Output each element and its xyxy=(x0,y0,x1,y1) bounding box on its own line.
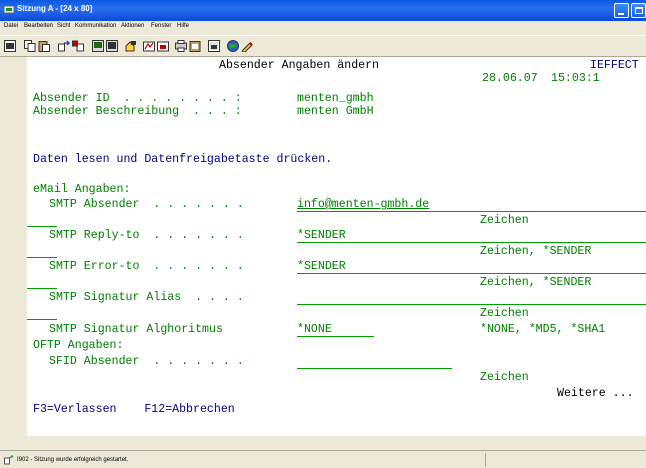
smtp-signatur-alias-label: SMTP Signatur Alias . . . . xyxy=(49,291,244,304)
field-continuation-3 xyxy=(27,288,57,289)
field-continuation-2 xyxy=(27,257,57,258)
record-icon[interactable] xyxy=(106,40,118,52)
print-icon[interactable] xyxy=(157,40,169,52)
color-icon[interactable] xyxy=(208,40,220,52)
globe-icon[interactable] xyxy=(227,40,239,52)
smtp-replyto-label: SMTP Reply-to . . . . . . . xyxy=(49,229,244,242)
smtp-replyto-underline xyxy=(297,242,646,243)
menu-datei[interactable]: Datei xyxy=(4,23,18,29)
terminal-screen[interactable]: Absender Angaben ändern IEFFECT 28.06.07… xyxy=(27,57,646,436)
screen-title: Absender Angaben ändern xyxy=(219,59,380,72)
menu-aktionen[interactable]: Aktionen xyxy=(121,23,144,29)
absender-beschreibung-label: Absender Beschreibung . . . : xyxy=(33,105,242,118)
menu-kommunikation[interactable]: Kommunikation xyxy=(75,23,116,29)
window-title: Sitzung A - [24 x 80] xyxy=(17,4,93,13)
instruction-text: Daten lesen und Datenfreigabetaste drück… xyxy=(33,153,333,166)
title-bar[interactable]: Sitzung A - [24 x 80] xyxy=(0,0,646,21)
screen-date: 28.06.07 xyxy=(482,72,538,85)
menu-hilfe[interactable]: Hilfe xyxy=(177,23,189,29)
hint-zeichen-sender-2: Zeichen, *SENDER xyxy=(480,276,592,289)
menu-fenster[interactable]: Fenster xyxy=(151,23,171,29)
status-separator xyxy=(485,453,486,467)
screen-icon[interactable] xyxy=(4,40,16,52)
smtp-absender-label: SMTP Absender . . . . . . . xyxy=(49,198,244,211)
smtp-replyto-field[interactable]: *SENDER xyxy=(297,229,346,242)
field-continuation-4 xyxy=(27,319,57,320)
clipboard-icon[interactable] xyxy=(189,40,201,52)
field-continuation-1 xyxy=(27,226,57,227)
receive-icon[interactable] xyxy=(72,40,84,52)
smtp-signatur-algo-field[interactable]: *NONE xyxy=(297,323,332,336)
print-screen-icon[interactable] xyxy=(175,40,187,52)
hint-algo-options: *NONE, *MD5, *SHA1 xyxy=(480,323,606,336)
connection-status-icon xyxy=(4,455,14,465)
smtp-errorto-field[interactable]: *SENDER xyxy=(297,260,346,273)
toolbar xyxy=(0,35,646,57)
absender-beschreibung-value: menten GmbH xyxy=(297,105,374,118)
paste-icon[interactable] xyxy=(38,40,50,52)
menu-bar: Datei Bearbeiten Sicht Kommunikation Akt… xyxy=(0,21,646,35)
macro-play-icon[interactable] xyxy=(125,40,137,52)
menu-bearbeiten[interactable]: Bearbeiten xyxy=(24,23,53,29)
smtp-signatur-algo-underline xyxy=(297,336,374,337)
emulator-window: Sitzung A - [24 x 80] Datei Bearbeiten S… xyxy=(0,0,646,468)
function-keys[interactable]: F3=Verlassen F12=Abbrechen xyxy=(33,403,235,416)
display-icon[interactable] xyxy=(92,40,104,52)
maximize-button[interactable] xyxy=(631,3,646,18)
absender-id-value: menten_gmbh xyxy=(297,92,374,105)
oftp-section-title: OFTP Angaben: xyxy=(33,339,124,352)
weitere-indicator: Weitere ... xyxy=(557,387,634,400)
smtp-signatur-alias-underline xyxy=(297,304,646,305)
email-section-title: eMail Angaben: xyxy=(33,183,131,196)
copy-icon[interactable] xyxy=(24,40,36,52)
hint-zeichen-3: Zeichen xyxy=(480,371,529,384)
minimize-button[interactable] xyxy=(614,3,629,18)
smtp-absender-underline xyxy=(297,211,646,212)
smtp-errorto-underline xyxy=(297,273,646,274)
program-id: IEFFECT xyxy=(590,59,639,72)
macro-stop-icon[interactable] xyxy=(143,40,155,52)
sfid-absender-underline xyxy=(297,368,452,369)
smtp-absender-field[interactable]: info@menten-gmbh.de xyxy=(297,198,429,211)
app-icon xyxy=(4,5,14,14)
hint-zeichen-2: Zeichen xyxy=(480,307,529,320)
screen-time: 15:03:1 xyxy=(551,72,600,85)
sfid-absender-label: SFID Absender . . . . . . . xyxy=(49,355,244,368)
hint-zeichen-1: Zeichen xyxy=(480,214,529,227)
status-message: I902 - Sitzung wurde erfolgreich gestart… xyxy=(17,457,129,463)
smtp-signatur-algo-label: SMTP Signatur Alghoritmus xyxy=(49,323,223,336)
smtp-errorto-label: SMTP Error-to . . . . . . . xyxy=(49,260,244,273)
absender-id-label: Absender ID . . . . . . . . : xyxy=(33,92,242,105)
status-bar: I902 - Sitzung wurde erfolgreich gestart… xyxy=(0,450,646,468)
send-icon[interactable] xyxy=(58,40,70,52)
edit-icon[interactable] xyxy=(241,40,253,52)
hint-zeichen-sender-1: Zeichen, *SENDER xyxy=(480,245,592,258)
menu-sicht[interactable]: Sicht xyxy=(57,23,70,29)
